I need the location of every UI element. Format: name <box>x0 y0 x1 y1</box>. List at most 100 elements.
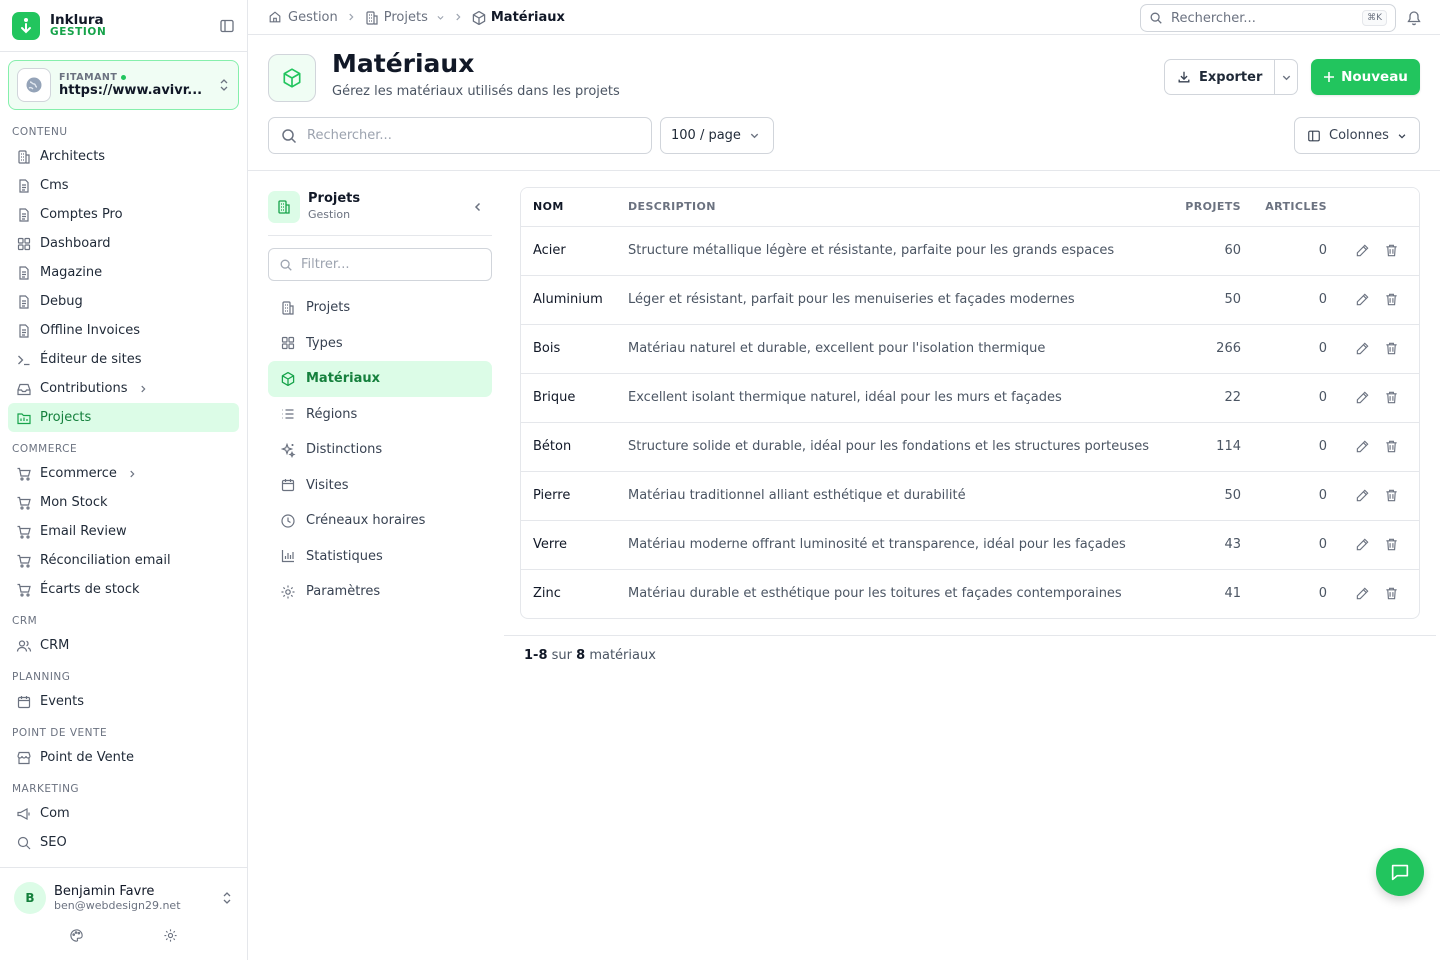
store-icon <box>16 750 32 766</box>
subnav-item-distinctions[interactable]: Distinctions <box>268 432 492 468</box>
site-switcher[interactable]: FITAMANT https://www.avivr... <box>8 60 239 110</box>
table-row[interactable]: Aluminium Léger et résistant, parfait po… <box>521 275 1419 325</box>
sidebar-item-magazine[interactable]: Magazine <box>8 258 239 287</box>
global-search[interactable]: Rechercher... ⌘K <box>1140 4 1396 32</box>
breadcrumb-gestion[interactable]: Gestion <box>268 10 338 25</box>
bell-icon[interactable] <box>1406 9 1422 26</box>
table-row[interactable]: Zinc Matériau durable et esthétique pour… <box>521 569 1419 618</box>
gear-icon[interactable] <box>163 928 178 943</box>
chevron-down-icon[interactable] <box>436 13 445 22</box>
sidebar-item-label: Comptes Pro <box>40 207 123 222</box>
column-header-actions <box>1339 188 1419 227</box>
nav-section-title: POINT DE VENTE <box>12 727 108 739</box>
sidebar-item-offline-invoices[interactable]: Offline Invoices <box>8 316 239 345</box>
trash-icon[interactable] <box>1384 439 1399 454</box>
filter-input[interactable]: Filtrer... <box>268 248 492 281</box>
chat-button[interactable] <box>1376 848 1424 896</box>
per-page-select[interactable]: 100 / page <box>660 117 774 154</box>
search-icon <box>16 835 32 851</box>
user-menu[interactable]: B Benjamin Favre ben@webdesign29.net <box>0 868 247 914</box>
column-header-name[interactable]: NOM <box>521 188 628 227</box>
new-button[interactable]: Nouveau <box>1311 59 1420 95</box>
sidebar-item-label: Magazine <box>40 265 103 280</box>
brand-logo[interactable] <box>12 11 40 40</box>
sidebar-item-ecommerce[interactable]: Ecommerce <box>8 459 239 488</box>
sidebar-item-contributions[interactable]: Contributions <box>8 374 239 403</box>
column-header-projets[interactable]: PROJETS <box>1158 188 1253 227</box>
subnav-item-parametres[interactable]: Paramètres <box>268 574 492 610</box>
table-row[interactable]: Brique Excellent isolant thermique natur… <box>521 373 1419 423</box>
export-button[interactable]: Exporter <box>1165 60 1274 94</box>
edit-icon[interactable] <box>1355 439 1370 454</box>
edit-icon[interactable] <box>1355 586 1370 601</box>
subnav-item-regions[interactable]: Régions <box>268 397 492 433</box>
table-row[interactable]: Acier Structure métallique légère et rés… <box>521 226 1419 276</box>
subnav-item-creneaux-horaires[interactable]: Créneaux horaires <box>268 503 492 539</box>
subnav-item-projets[interactable]: Projets <box>268 290 492 326</box>
export-dropdown-button[interactable] <box>1274 60 1297 94</box>
trash-icon[interactable] <box>1384 488 1399 503</box>
chevron-down-icon <box>1398 133 1406 139</box>
table-row[interactable]: Béton Structure solide et durable, idéal… <box>521 422 1419 472</box>
grid-icon <box>16 236 32 252</box>
sidebar-item-label: Réconciliation email <box>40 553 171 568</box>
online-dot <box>121 74 127 80</box>
cart-icon <box>16 466 32 482</box>
column-header-description[interactable]: DESCRIPTION <box>628 188 1158 227</box>
cell-articles: 0 <box>1253 520 1339 570</box>
trash-icon[interactable] <box>1384 390 1399 405</box>
subnav-item-visites[interactable]: Visites <box>268 468 492 504</box>
breadcrumb-projets[interactable]: Projets <box>364 10 445 25</box>
edit-icon[interactable] <box>1355 292 1370 307</box>
table-row[interactable]: Verre Matériau moderne offrant luminosit… <box>521 520 1419 570</box>
subnav-item-label: Matériaux <box>306 371 381 387</box>
sidebar-item-events[interactable]: Events <box>8 687 239 716</box>
sidebar-item-cms[interactable]: Cms <box>8 171 239 200</box>
cell-projets: 50 <box>1158 471 1253 521</box>
sidebar-item-crm[interactable]: CRM <box>8 631 239 660</box>
user-email: ben@webdesign29.net <box>54 899 181 913</box>
table-row[interactable]: Bois Matériau naturel et durable, excell… <box>521 324 1419 374</box>
trash-icon[interactable] <box>1384 292 1399 307</box>
search-placeholder: Rechercher... <box>307 128 392 143</box>
subnav-item-types[interactable]: Types <box>268 326 492 362</box>
palette-icon[interactable] <box>69 928 84 943</box>
sidebar-item-ecarts-de-stock[interactable]: Écarts de stock <box>8 575 239 604</box>
edit-icon[interactable] <box>1355 537 1370 552</box>
sidebar-item-editeur-de-sites[interactable]: Éditeur de sites <box>8 345 239 374</box>
trash-icon[interactable] <box>1384 537 1399 552</box>
sidebar-item-point-de-vente[interactable]: Point de Vente <box>8 743 239 772</box>
subnav-item-statistiques[interactable]: Statistiques <box>268 539 492 575</box>
subnav-item-label: Régions <box>306 406 358 422</box>
sidebar-item-debug[interactable]: Debug <box>8 287 239 316</box>
sidebar-item-architects[interactable]: Architects <box>8 142 239 171</box>
edit-icon[interactable] <box>1355 488 1370 503</box>
plus-icon <box>1324 72 1335 82</box>
sidebar-item-seo[interactable]: SEO <box>8 828 239 857</box>
subnav-item-materiaux[interactable]: Matériaux <box>268 361 492 397</box>
cell-projets: 266 <box>1158 324 1253 374</box>
trash-icon[interactable] <box>1384 243 1399 258</box>
sidebar-item-email-review[interactable]: Email Review <box>8 517 239 546</box>
sidebar-item-dashboard[interactable]: Dashboard <box>8 229 239 258</box>
chevron-left-icon[interactable] <box>472 201 484 213</box>
file-icon <box>16 294 32 310</box>
sidebar-item-mon-stock[interactable]: Mon Stock <box>8 488 239 517</box>
range-sep: sur <box>551 648 572 663</box>
sidebar-item-reconciliation-email[interactable]: Réconciliation email <box>8 546 239 575</box>
edit-icon[interactable] <box>1355 390 1370 405</box>
edit-icon[interactable] <box>1355 341 1370 356</box>
search-input[interactable]: Rechercher... <box>268 117 652 154</box>
sidebar-item-projects[interactable]: Projects <box>8 403 239 432</box>
sidebar-toggle-icon[interactable] <box>219 18 235 34</box>
sidebar-item-comptes-pro[interactable]: Comptes Pro <box>8 200 239 229</box>
edit-icon[interactable] <box>1355 243 1370 258</box>
trash-icon[interactable] <box>1384 586 1399 601</box>
sidebar-item-label: Cms <box>40 178 69 193</box>
columns-button[interactable]: Colonnes <box>1294 117 1420 154</box>
trash-icon[interactable] <box>1384 341 1399 356</box>
sidebar-item-label: Dashboard <box>40 236 111 251</box>
column-header-articles[interactable]: ARTICLES <box>1253 188 1339 227</box>
sidebar-item-com[interactable]: Com <box>8 799 239 828</box>
table-row[interactable]: Pierre Matériau traditionnel alliant est… <box>521 471 1419 521</box>
